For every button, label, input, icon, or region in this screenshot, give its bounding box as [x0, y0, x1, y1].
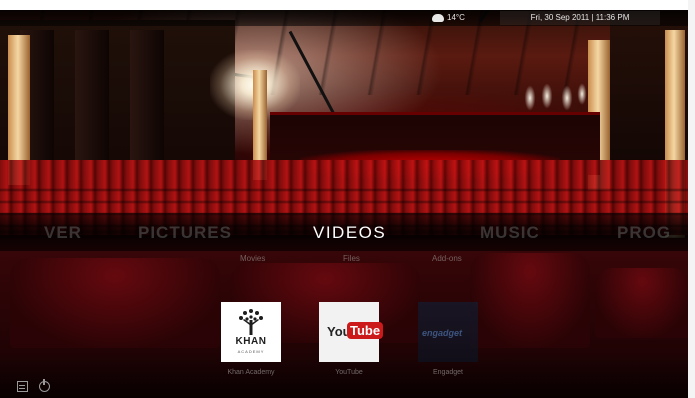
favourites-icon[interactable]: [17, 381, 28, 392]
tree-icon: [239, 309, 263, 335]
submenu-movies[interactable]: Movies: [240, 252, 265, 266]
addon-label-khan-academy: Khan Academy: [227, 369, 275, 376]
media-center-home: 14°C Fri, 30 Sep 2011 | 11:36 PM VER PIC…: [0, 0, 695, 398]
engadget-addon[interactable]: engadget: [418, 302, 478, 362]
menu-item-weather[interactable]: VER: [44, 221, 82, 245]
photo-frame-edge: [688, 0, 695, 398]
menu-item-music[interactable]: MUSIC: [480, 221, 540, 245]
menu-item-programs[interactable]: PROG: [617, 221, 671, 245]
seat: [470, 253, 590, 348]
khan-academy-addon[interactable]: KHAN ACADEMY: [221, 302, 281, 362]
submenu-addons[interactable]: Add-ons: [432, 252, 462, 266]
weather-widget: 14°C: [432, 11, 465, 25]
temperature: 14°C: [447, 13, 465, 22]
photo-frame-edge: [0, 0, 695, 10]
khan-logo-subtitle: ACADEMY: [237, 349, 265, 354]
khan-logo-title: KHAN: [235, 336, 267, 347]
wall-panel: [130, 30, 164, 180]
wall-panel: [75, 30, 109, 180]
addon-label-youtube: YouTube: [335, 369, 363, 376]
menu-item-videos[interactable]: VIDEOS: [313, 221, 386, 245]
power-icon[interactable]: [39, 379, 50, 392]
submenu-files[interactable]: Files: [343, 252, 360, 266]
addon-label-engadget: Engadget: [433, 369, 463, 376]
seat: [10, 258, 220, 348]
statues: [522, 82, 592, 112]
engadget-logo: engadget: [422, 328, 463, 338]
youtube-addon[interactable]: You Tube: [319, 302, 384, 362]
seat: [595, 268, 690, 338]
menu-item-pictures[interactable]: PICTURES: [138, 221, 232, 245]
cloud-icon: [432, 13, 444, 22]
youtube-logo-tube: Tube: [347, 322, 384, 339]
date-time: Fri, 30 Sep 2011 | 11:36 PM: [500, 11, 660, 25]
